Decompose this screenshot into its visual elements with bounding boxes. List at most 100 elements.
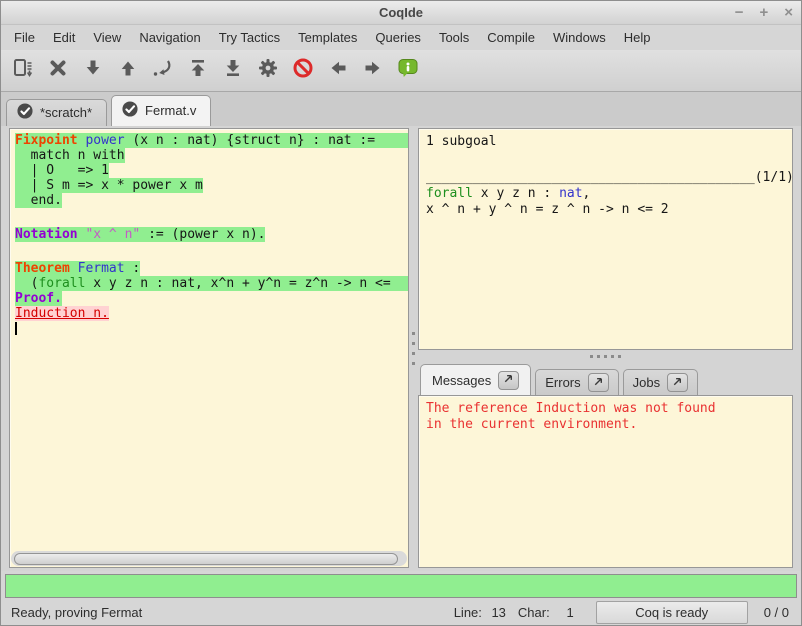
arrow-bottom-button[interactable] [215,52,250,90]
tab-jobs[interactable]: Jobs [623,369,698,395]
progress-bar [5,574,797,598]
menu-windows[interactable]: Windows [544,27,615,48]
goto-cursor-icon [152,57,174,84]
main-area: Fixpoint power (x n : nat) {struct n} : … [1,126,801,571]
menu-navigation[interactable]: Navigation [130,27,209,48]
message-line-2: in the current environment. [426,417,785,433]
coq-status-indicator: Coq is ready [596,601,748,624]
goal-line-1: 1 subgoal [426,134,785,150]
detach-icon [502,372,515,388]
code-line-2: match n with [15,148,408,163]
message-tab-bar: Messages Errors Jobs [418,362,793,395]
status-right: Line: 13 Char: 1 Coq is ready 0 / 0 [454,601,789,624]
menu-compile[interactable]: Compile [478,27,544,48]
arrow-down-button[interactable] [75,52,110,90]
detach-icon [592,375,605,391]
arrow-up-button[interactable] [110,52,145,90]
editor-tab-bar: *scratch* Fermat.v [1,92,801,126]
code-line-10: (forall x y z n : nat, x^n + y^n = z^n -… [15,276,408,291]
code-line-4: | S m => x * power x m [15,178,408,193]
tab-label: Errors [545,375,580,390]
char-label: Char: [518,605,550,620]
code-line-8 [15,242,408,261]
message-line-1: The reference Induction was not found [426,401,785,417]
vertical-pane-divider[interactable] [409,128,418,568]
code-line-11: Proof. [15,291,408,306]
detach-jobs-button[interactable] [667,373,688,392]
arrow-left-icon [327,57,349,84]
tab-label: Jobs [633,375,660,390]
close-button[interactable]: × [784,4,793,21]
menu-edit[interactable]: Edit [44,27,84,48]
menu-bar: FileEditViewNavigationTry TacticsTemplat… [1,25,801,50]
text-cursor [15,322,17,335]
goal-line-4: forall x y z n : nat, [426,186,785,202]
arrow-up-icon [117,57,139,84]
gear-button[interactable] [250,52,285,90]
stop-icon [292,57,314,84]
arrow-left-button[interactable] [320,52,355,90]
code-line-12: Induction n. [15,306,408,321]
tab-fermat-v[interactable]: Fermat.v [111,95,211,126]
check-icon [122,101,138,120]
close-icon [47,57,69,84]
right-column: 1 subgoal_______________________________… [418,128,793,568]
status-message: Ready, proving Fermat [11,605,454,620]
arrow-top-button[interactable] [180,52,215,90]
document-arrow-button[interactable] [5,52,40,90]
editor[interactable]: Fixpoint power (x n : nat) {struct n} : … [10,129,408,550]
status-bar: Ready, proving Fermat Line: 13 Char: 1 C… [1,599,801,625]
code-line-5: end. [15,193,408,208]
script-pane: Fixpoint power (x n : nat) {struct n} : … [9,128,409,568]
tab-label: *scratch* [40,105,92,120]
detach-icon [671,375,684,391]
scrollbar-thumb[interactable] [14,553,398,565]
goal-line-2 [426,150,785,170]
arrow-right-button[interactable] [355,52,390,90]
document-arrow-icon [12,57,34,84]
detach-messages-button[interactable] [498,371,519,390]
menu-templates[interactable]: Templates [289,27,366,48]
line-number: 13 [488,605,506,620]
code-line-3: | O => 1 [15,163,408,178]
worker-counter: 0 / 0 [764,605,789,620]
arrow-bottom-icon [222,57,244,84]
goal-pane[interactable]: 1 subgoal_______________________________… [418,128,793,350]
code-line-7: Notation "x ^ n" := (power x n). [15,227,408,242]
menu-help[interactable]: Help [615,27,660,48]
menu-file[interactable]: File [5,27,44,48]
arrow-right-icon [362,57,384,84]
close-button[interactable] [40,52,75,90]
goto-cursor-button[interactable] [145,52,180,90]
tab-messages[interactable]: Messages [420,364,531,395]
stop-button[interactable] [285,52,320,90]
progress-fill [6,575,796,597]
line-label: Line: [454,605,482,620]
toolbar [1,50,801,92]
minimize-button[interactable]: − [735,4,744,21]
menu-view[interactable]: View [84,27,130,48]
code-line-13 [15,321,408,336]
tab-errors[interactable]: Errors [535,369,618,395]
messages-pane[interactable]: The reference Induction was not foundin … [418,395,793,568]
coqide-window: CoqIde − + × FileEditViewNavigationTry T… [0,0,802,626]
tab-scratch[interactable]: *scratch* [6,99,107,126]
menu-tools[interactable]: Tools [430,27,478,48]
horizontal-scrollbar[interactable] [11,551,407,566]
menu-try-tactics[interactable]: Try Tactics [210,27,289,48]
maximize-button[interactable]: + [759,4,768,21]
code-line-6 [15,208,408,227]
horizontal-pane-divider[interactable] [418,350,793,362]
goal-line-5: x ^ n + y ^ n = z ^ n -> n <= 2 [426,202,785,218]
tab-label: Fermat.v [145,103,196,118]
title-bar[interactable]: CoqIde − + × [1,1,801,25]
info-button[interactable] [390,52,425,90]
info-icon [397,57,419,84]
char-number: 1 [556,605,574,620]
arrow-top-icon [187,57,209,84]
tab-label: Messages [432,373,491,388]
menu-queries[interactable]: Queries [366,27,430,48]
code-line-1: Fixpoint power (x n : nat) {struct n} : … [15,133,408,148]
detach-errors-button[interactable] [588,373,609,392]
window-controls: − + × [735,1,793,24]
